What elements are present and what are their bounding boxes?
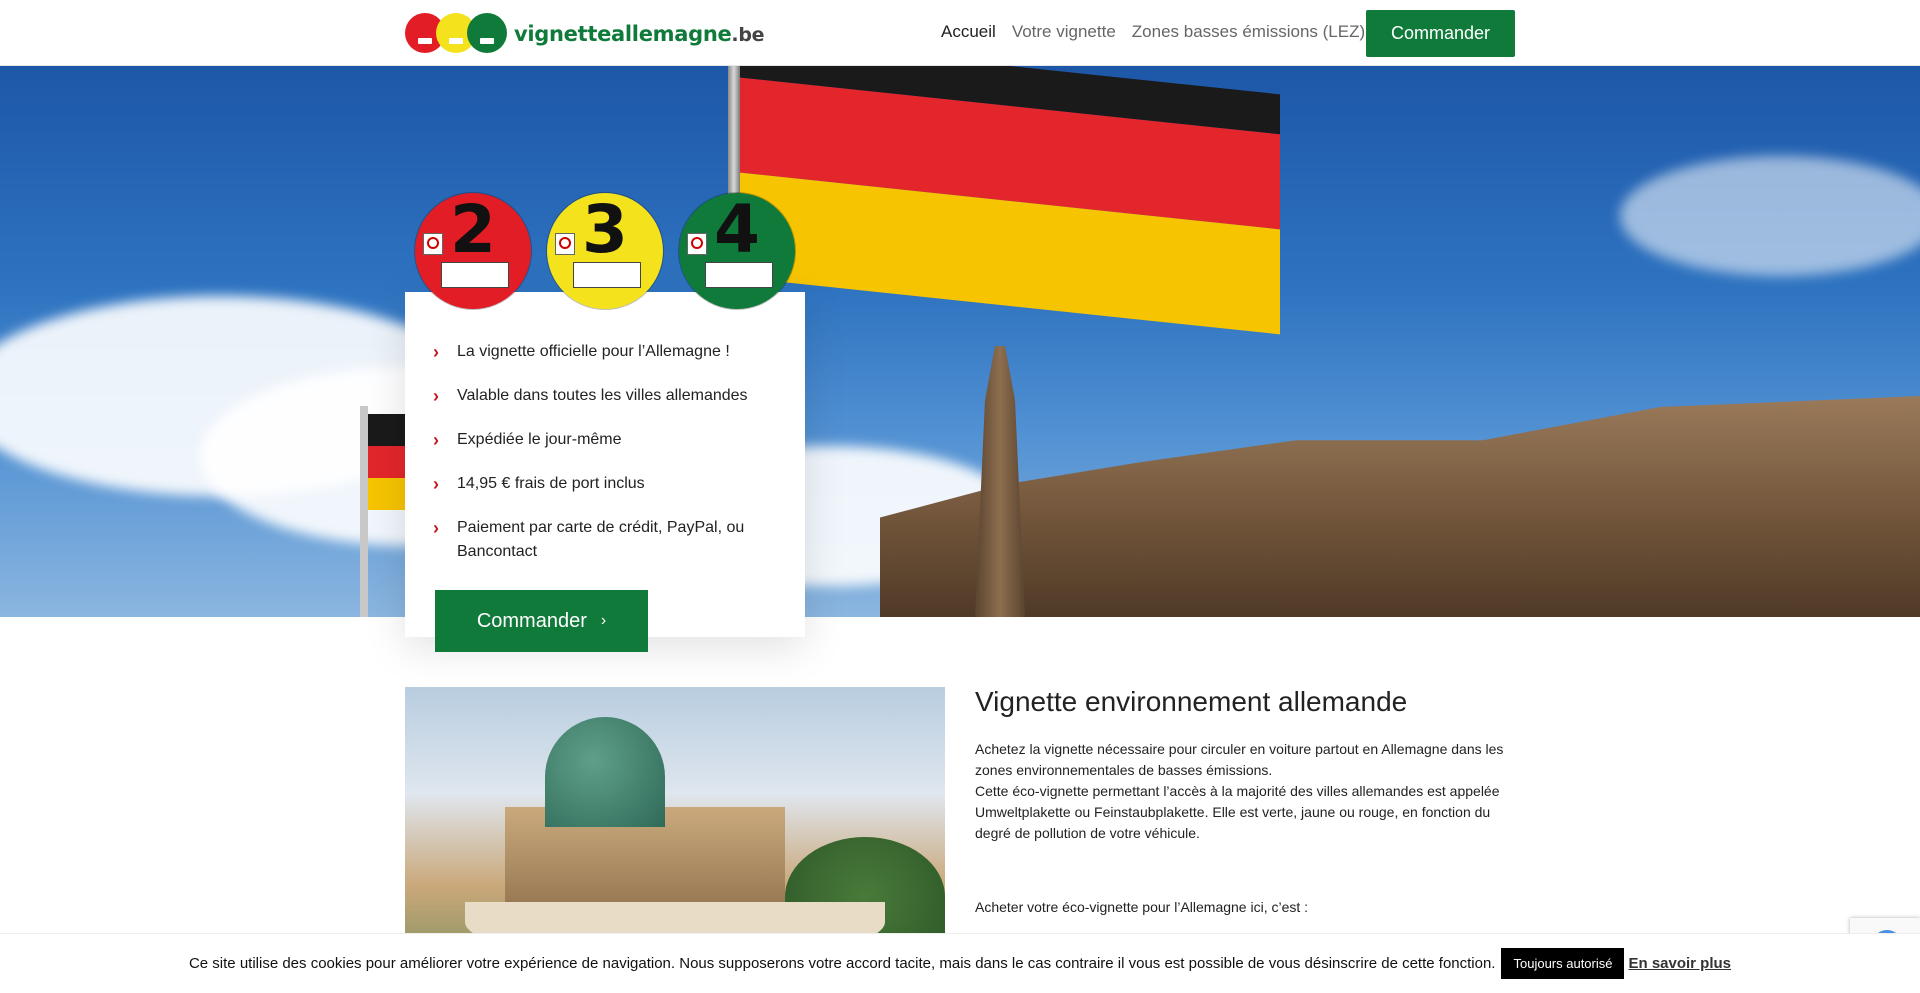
list-item: › 14,95 € frais de port inclus: [433, 472, 783, 496]
chevron-right-icon: ›: [433, 474, 439, 494]
site-header: vignetteallemagne.be Accueil Votre vigne…: [0, 0, 1920, 66]
feature-text: Paiement par carte de crédit, PayPal, ou…: [457, 519, 745, 560]
chevron-right-icon: ›: [433, 430, 439, 450]
badge-number: 3: [582, 191, 628, 268]
nav-item-zones-lez[interactable]: Zones basses émissions (LEZ): [1132, 22, 1365, 42]
intro-section: Vignette environnement allemande Achetez…: [975, 686, 1515, 918]
feature-text: La vignette officielle pour l’Allemagne …: [457, 343, 730, 360]
features-card: › La vignette officielle pour l’Allemagne…: [405, 292, 805, 637]
list-item: › Paiement par carte de crédit, PayPal, o…: [433, 516, 783, 564]
description-paragraph: Cette éco-vignette permettant l’accès à …: [975, 783, 1500, 841]
badge-plate: [705, 262, 773, 288]
site-logo[interactable]: vignetteallemagne.be: [405, 13, 765, 55]
list-item: › La vignette officielle pour l’Allemagne…: [433, 340, 783, 364]
intro-paragraph: Achetez la vignette nécessaire pour circ…: [975, 741, 1504, 778]
logo-text: vignetteallemagne.be: [514, 22, 765, 46]
main-nav: Accueil Votre vignette Zones basses émis…: [941, 22, 1365, 42]
nav-item-accueil[interactable]: Accueil: [941, 22, 996, 42]
badge-number: 2: [450, 191, 496, 268]
badge-plate: [441, 262, 509, 288]
badge-plate: [573, 262, 641, 288]
feature-text: Expédiée le jour-même: [457, 431, 622, 448]
logo-dots-icon: [405, 13, 508, 55]
feature-text: Valable dans toutes les villes allemande…: [457, 387, 748, 404]
logo-main: vignetteallemagne: [514, 22, 732, 46]
german-flag-image: [740, 66, 1280, 335]
list-item: › Expédiée le jour-même: [433, 428, 783, 452]
hero-order-button[interactable]: Commander ›: [435, 590, 648, 652]
nav-item-votre-vignette[interactable]: Votre vignette: [1012, 22, 1116, 42]
badge-red-2: 2: [415, 193, 531, 309]
cookie-banner: Ce site utilise des cookies pour amélior…: [0, 933, 1920, 993]
reichstag-tower-image: [975, 346, 1025, 617]
chevron-right-icon: ›: [433, 518, 439, 538]
small-flag-image: [368, 414, 408, 510]
section-title: Vignette environnement allemande: [975, 686, 1408, 717]
chevron-right-icon: ›: [600, 612, 607, 629]
cookie-more-link[interactable]: En savoir plus: [1628, 955, 1731, 972]
badge-green-4: 4: [679, 193, 795, 309]
hero-order-label: Commander: [476, 609, 587, 632]
chevron-right-icon: ›: [433, 342, 439, 362]
cookie-text: Ce site utilise des cookies pour amélior…: [188, 955, 1496, 972]
reichstag-building-image: [880, 396, 1920, 617]
logo-tld: .be: [731, 24, 765, 46]
list-item: › Valable dans toutes les villes allemand…: [433, 384, 783, 408]
benefits-intro: Acheter votre éco-vignette pour l’Allema…: [975, 899, 1309, 915]
features-list: › La vignette officielle pour l’Allemagne…: [433, 340, 783, 584]
chevron-right-icon: ›: [433, 386, 439, 406]
header-order-button[interactable]: Commander: [1366, 10, 1515, 57]
badge-yellow-3: 3: [547, 193, 663, 309]
cookie-accept-button[interactable]: Toujours autorisé: [1501, 948, 1625, 979]
hero-banner: [0, 66, 1920, 617]
badge-number: 4: [714, 191, 760, 268]
feature-text: 14,95 € frais de port inclus: [457, 475, 645, 492]
